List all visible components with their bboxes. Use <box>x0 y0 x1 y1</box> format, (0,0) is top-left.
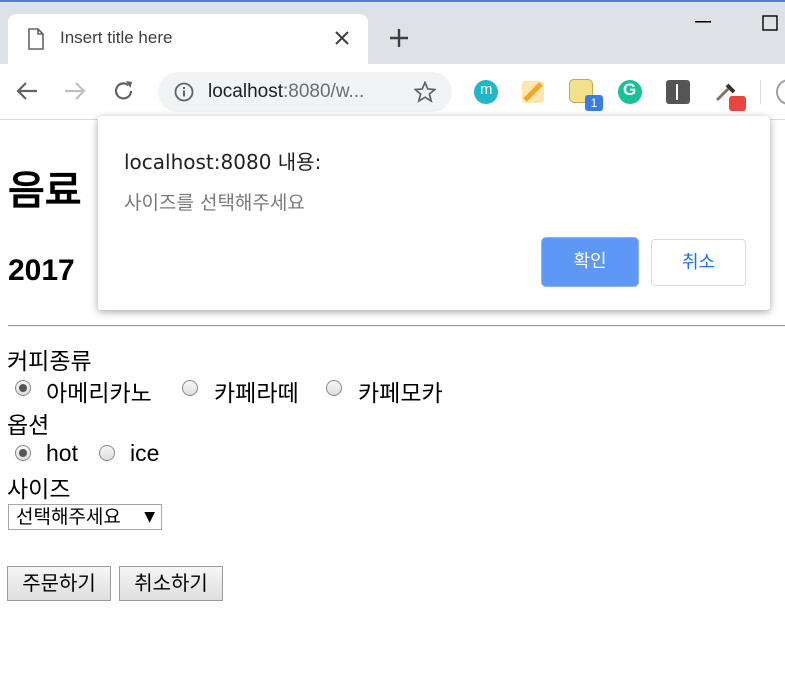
dropdown-arrow-icon: ▼ <box>144 509 155 525</box>
extension-note-icon[interactable] <box>521 80 545 104</box>
dialog-title: localhost:8080 내용: <box>124 150 322 174</box>
forward-icon[interactable] <box>64 81 86 101</box>
radio-hot[interactable] <box>15 445 31 461</box>
radio-americano-label: 아메리카노 <box>46 381 152 407</box>
coffee-type-label: 커피종류 <box>7 349 92 375</box>
extension-i-icon[interactable] <box>666 80 690 104</box>
new-tab-icon[interactable] <box>389 28 409 48</box>
reset-button[interactable]: 취소하기 <box>119 566 223 601</box>
radio-ice-label: ice <box>130 440 160 466</box>
grammarly-icon[interactable]: G <box>618 80 642 104</box>
radio-cafe-mocha-label: 카페모카 <box>358 381 443 407</box>
radio-ice[interactable] <box>99 445 115 461</box>
dialog-message: 사이즈를 선택해주세요 <box>124 192 305 214</box>
bookmark-star-icon[interactable] <box>414 81 436 103</box>
dialog-ok-button[interactable]: 확인 <box>542 238 638 286</box>
page-heading: 음료 <box>8 168 82 214</box>
radio-cafe-mocha[interactable] <box>326 380 342 396</box>
dialog-cancel-button[interactable]: 취소 <box>651 239 746 286</box>
url-path: :8080/w... <box>283 81 365 102</box>
radio-americano[interactable] <box>15 380 31 396</box>
extension-red-badge <box>729 96 746 111</box>
minimize-icon[interactable] <box>695 21 711 23</box>
url-host: localhost <box>208 81 283 102</box>
radio-cafe-latte[interactable] <box>182 380 198 396</box>
toolbar-divider <box>760 80 761 104</box>
radio-hot-label: hot <box>46 440 78 466</box>
page-subheading: 2017 <box>8 254 75 287</box>
size-select[interactable]: 선택해주세요 ▼ <box>8 504 162 530</box>
extension-badge: 1 <box>585 95 603 111</box>
maximize-icon[interactable] <box>762 15 778 31</box>
size-select-value: 선택해주세요 <box>16 506 121 528</box>
size-label: 사이즈 <box>7 477 71 503</box>
back-icon[interactable] <box>16 81 38 101</box>
page-icon <box>28 28 44 50</box>
reload-icon[interactable] <box>113 80 135 102</box>
divider <box>8 325 785 327</box>
option-label: 옵션 <box>7 413 50 439</box>
tab-title: Insert title here <box>60 28 173 47</box>
close-tab-icon[interactable] <box>335 31 349 45</box>
extension-m-icon[interactable]: m <box>474 80 498 104</box>
order-button[interactable]: 주문하기 <box>7 566 111 601</box>
info-icon[interactable] <box>174 82 194 102</box>
url-text[interactable]: localhost:8080/w... <box>208 81 364 103</box>
radio-cafe-latte-label: 카페라떼 <box>214 381 299 407</box>
